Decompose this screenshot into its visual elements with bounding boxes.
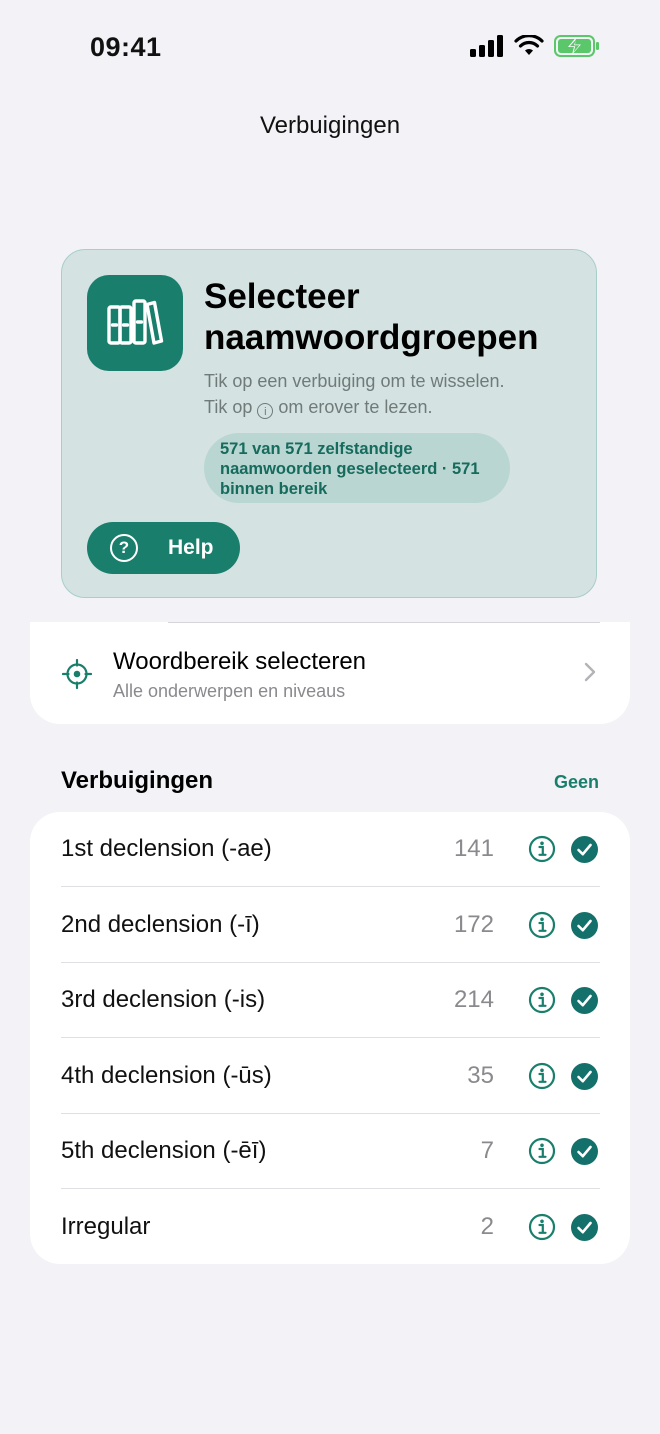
- declension-row[interactable]: 1st declension (-ae) 141: [30, 812, 630, 887]
- checkmark-circle-icon[interactable]: [571, 987, 598, 1014]
- cellular-signal-icon: [470, 35, 503, 57]
- declension-row[interactable]: 4th declension (-ūs) 35: [30, 1039, 630, 1114]
- declension-label: Irregular: [61, 1212, 151, 1240]
- info-icon[interactable]: [528, 986, 556, 1014]
- hero-title: Selecteer naamwoordgroepen: [204, 277, 539, 357]
- declension-label: 5th declension (-ēī): [61, 1137, 267, 1164]
- info-icon[interactable]: [528, 1213, 556, 1241]
- battery-charging-icon: [554, 35, 599, 57]
- checkmark-circle-icon[interactable]: [571, 911, 598, 939]
- section-title: Verbuigingen: [61, 767, 214, 794]
- crosshair-icon: [62, 659, 92, 689]
- declension-label: 2nd declension (-ī): [61, 910, 260, 938]
- info-icon[interactable]: [528, 835, 556, 863]
- info-inline-icon: i: [257, 403, 274, 419]
- help-button-label: Help: [168, 536, 214, 559]
- word-range-title: Woordbereik selecteren: [113, 648, 367, 675]
- declension-count: 214: [453, 986, 494, 1013]
- divider: [168, 622, 600, 623]
- word-range-row[interactable]: Woordbereik selecteren Alle onderwerpen …: [30, 622, 630, 724]
- info-icon[interactable]: [528, 1062, 556, 1090]
- hero-subtitle: Tik op een verbuiging om te wisselen. Ti…: [204, 368, 584, 420]
- chevron-right-icon: [584, 662, 596, 682]
- selection-count-pill: 571 van 571 zelfstandige naamwoorden ges…: [204, 433, 510, 503]
- hero-card: Selecteer naamwoordgroepen Tik op een ve…: [61, 249, 597, 598]
- checkmark-circle-icon[interactable]: [571, 1062, 598, 1090]
- declension-label: 4th declension (-ūs): [61, 1061, 272, 1089]
- hero-subtitle-line2-pre: Tik op: [204, 397, 253, 417]
- hero-subtitle-line1: Tik op een verbuiging om te wisselen.: [204, 371, 505, 391]
- books-icon: [87, 275, 183, 371]
- wifi-icon: [514, 35, 544, 55]
- declension-label: 3rd declension (-is): [61, 986, 266, 1013]
- declension-row[interactable]: 2nd declension (-ī) 172: [30, 888, 630, 963]
- declension-list: 1st declension (-ae) 141 2nd declension …: [30, 812, 630, 1264]
- nav-title: Verbuigingen: [259, 112, 401, 139]
- checkmark-circle-icon[interactable]: [571, 1138, 598, 1165]
- declension-count: 172: [453, 910, 494, 938]
- deselect-all-button[interactable]: Geen: [554, 772, 599, 793]
- declension-row[interactable]: 3rd declension (-is) 214: [30, 963, 630, 1038]
- help-button[interactable]: ? Help: [87, 522, 240, 574]
- checkmark-circle-icon[interactable]: [571, 1213, 598, 1241]
- declension-row[interactable]: Irregular 2: [30, 1190, 630, 1265]
- status-time: 09:41: [90, 32, 162, 62]
- info-icon[interactable]: [528, 1137, 556, 1165]
- declension-count: 7: [480, 1137, 494, 1164]
- declension-count: 35: [467, 1061, 494, 1089]
- hero-subtitle-line2-post: om erover te lezen.: [278, 397, 433, 417]
- status-icons: [470, 35, 600, 57]
- declension-count: 141: [453, 835, 494, 862]
- declension-row[interactable]: 5th declension (-ēī) 7: [30, 1114, 630, 1189]
- declension-label: 1st declension (-ae): [61, 835, 272, 862]
- info-icon[interactable]: [528, 911, 556, 939]
- question-circle-icon: ?: [110, 534, 138, 562]
- word-range-subtitle: Alle onderwerpen en niveaus: [113, 681, 346, 701]
- checkmark-circle-icon[interactable]: [571, 836, 598, 863]
- declension-count: 2: [480, 1212, 494, 1240]
